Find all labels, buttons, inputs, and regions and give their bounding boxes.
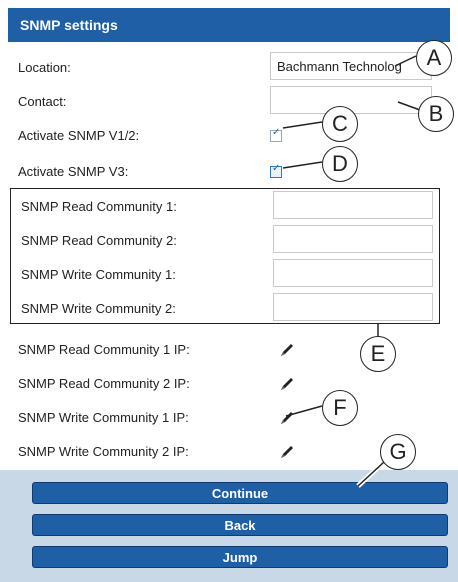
write-community-2-row: SNMP Write Community 2:	[11, 291, 441, 327]
write-community-2-ip-label: SNMP Write Community 2 IP:	[18, 444, 189, 459]
write-community-1-label: SNMP Write Community 1:	[21, 267, 176, 282]
settings-header: SNMP settings	[8, 8, 450, 42]
callout-g: G	[380, 434, 416, 470]
write-community-1-ip-row: SNMP Write Community 1 IP:	[8, 400, 450, 436]
location-label: Location:	[18, 60, 71, 75]
snmp-v12-row: Activate SNMP V1/2:	[8, 118, 450, 154]
callout-e: E	[360, 336, 396, 372]
read-community-2-ip-row: SNMP Read Community 2 IP:	[8, 366, 450, 402]
read-community-2-label: SNMP Read Community 2:	[21, 233, 177, 248]
write-community-2-label: SNMP Write Community 2:	[21, 301, 176, 316]
callout-a: A	[416, 40, 452, 76]
contact-label: Contact:	[18, 94, 67, 109]
read-community-2-ip-label: SNMP Read Community 2 IP:	[18, 376, 190, 391]
community-group: SNMP Read Community 1: SNMP Read Communi…	[10, 188, 440, 324]
contact-row: Contact:	[8, 84, 450, 120]
read-community-1-label: SNMP Read Community 1:	[21, 199, 177, 214]
pencil-icon[interactable]	[278, 443, 296, 461]
location-row: Location: Bachmann Technolog	[8, 50, 450, 86]
snmp-v12-label: Activate SNMP V1/2:	[18, 128, 140, 143]
back-button[interactable]: Back	[32, 514, 448, 536]
write-community-1-ip-label: SNMP Write Community 1 IP:	[18, 410, 189, 425]
read-community-1-ip-label: SNMP Read Community 1 IP:	[18, 342, 190, 357]
read-community-2-input[interactable]	[273, 225, 433, 253]
pencil-icon[interactable]	[278, 409, 296, 427]
button-panel: Continue Back Jump	[0, 470, 458, 582]
continue-button[interactable]: Continue	[32, 482, 448, 504]
pencil-icon[interactable]	[278, 341, 296, 359]
snmp-v3-row: Activate SNMP V3:	[8, 154, 450, 190]
read-community-1-input[interactable]	[273, 191, 433, 219]
snmp-v3-label: Activate SNMP V3:	[18, 164, 129, 179]
write-community-2-input[interactable]	[273, 293, 433, 321]
write-community-1-input[interactable]	[273, 259, 433, 287]
callout-d: D	[322, 146, 358, 182]
snmp-v12-checkbox[interactable]	[270, 127, 282, 142]
callout-f: F	[322, 390, 358, 426]
read-community-1-row: SNMP Read Community 1:	[11, 189, 441, 225]
pencil-icon[interactable]	[278, 375, 296, 393]
write-community-1-row: SNMP Write Community 1:	[11, 257, 441, 293]
location-input[interactable]: Bachmann Technolog	[270, 52, 432, 80]
callout-c: C	[322, 106, 358, 142]
jump-button[interactable]: Jump	[32, 546, 448, 568]
read-community-2-row: SNMP Read Community 2:	[11, 223, 441, 259]
snmp-v3-checkbox[interactable]	[270, 163, 282, 178]
callout-b: B	[418, 96, 454, 132]
